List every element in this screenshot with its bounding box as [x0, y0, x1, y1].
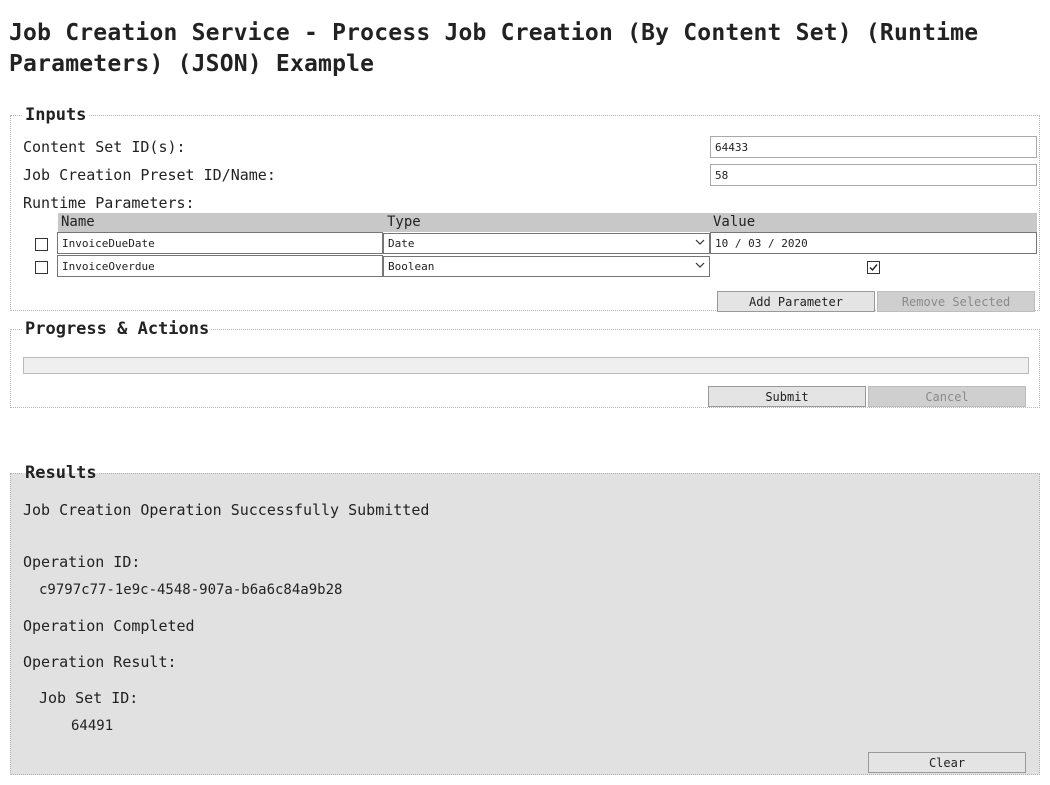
header-value: Value — [713, 214, 756, 230]
inputs-legend: Inputs — [25, 105, 87, 125]
param-type-select[interactable]: Boolean — [383, 256, 710, 277]
param-value-boolean-checkbox[interactable] — [867, 261, 880, 274]
results-legend: Results — [25, 463, 97, 483]
chevron-down-icon — [695, 237, 705, 250]
chevron-down-icon — [695, 260, 705, 273]
operation-completed: Operation Completed — [23, 617, 195, 635]
content-set-label: Content Set ID(s): — [23, 138, 186, 156]
runtime-params-label: Runtime Parameters: — [23, 194, 195, 212]
operation-result-label: Operation Result: — [23, 653, 177, 671]
remove-selected-button[interactable]: Remove Selected — [877, 291, 1035, 312]
param-value-date: 10 / 03 / 2020 — [715, 236, 808, 250]
clear-button[interactable]: Clear — [868, 752, 1026, 773]
checkmark-icon — [869, 264, 878, 272]
row-select-checkbox[interactable] — [35, 261, 48, 274]
params-table: Name Type Value InvoiceDueDate Date 10 /… — [33, 213, 1037, 283]
progress-bar — [23, 357, 1029, 374]
param-type-value: Boolean — [388, 260, 435, 273]
param-value-date-input[interactable]: 10 / 03 / 2020 — [710, 232, 1037, 254]
progress-fieldset: Progress & Actions Submit Cancel — [10, 319, 1040, 408]
job-set-id-value: 64491 — [71, 718, 114, 734]
cancel-button[interactable]: Cancel — [868, 386, 1026, 407]
content-set-input[interactable]: 64433 — [710, 136, 1037, 158]
inputs-fieldset: Inputs Content Set ID(s): 64433 Job Crea… — [10, 105, 1040, 312]
header-name: Name — [61, 214, 95, 230]
add-parameter-button[interactable]: Add Parameter — [717, 291, 875, 312]
content-set-value: 64433 — [715, 140, 749, 154]
results-fieldset: Results Job Creation Operation Successfu… — [10, 463, 1040, 775]
row-select-checkbox[interactable] — [35, 238, 48, 251]
operation-id-label: Operation ID: — [23, 553, 141, 571]
params-table-header: Name Type Value — [58, 213, 1037, 232]
operation-id-value: c9797c77-1e9c-4548-907a-b6a6c84a9b28 — [39, 582, 343, 598]
preset-input[interactable]: 58 — [710, 164, 1037, 186]
preset-value: 58 — [715, 168, 729, 182]
status-message: Job Creation Operation Successfully Subm… — [23, 501, 430, 519]
param-name-value: InvoiceOverdue — [62, 259, 155, 273]
header-type: Type — [387, 214, 421, 230]
job-set-id-label: Job Set ID: — [39, 689, 139, 707]
param-type-select[interactable]: Date — [383, 233, 710, 254]
preset-label: Job Creation Preset ID/Name: — [23, 166, 276, 184]
param-name-input[interactable]: InvoiceDueDate — [57, 232, 383, 254]
page-title: Job Creation Service - Process Job Creat… — [9, 20, 979, 77]
param-name-input[interactable]: InvoiceOverdue — [57, 255, 383, 277]
param-name-value: InvoiceDueDate — [62, 236, 155, 250]
param-type-value: Date — [388, 237, 415, 250]
progress-legend: Progress & Actions — [25, 319, 210, 339]
submit-button[interactable]: Submit — [708, 386, 866, 407]
